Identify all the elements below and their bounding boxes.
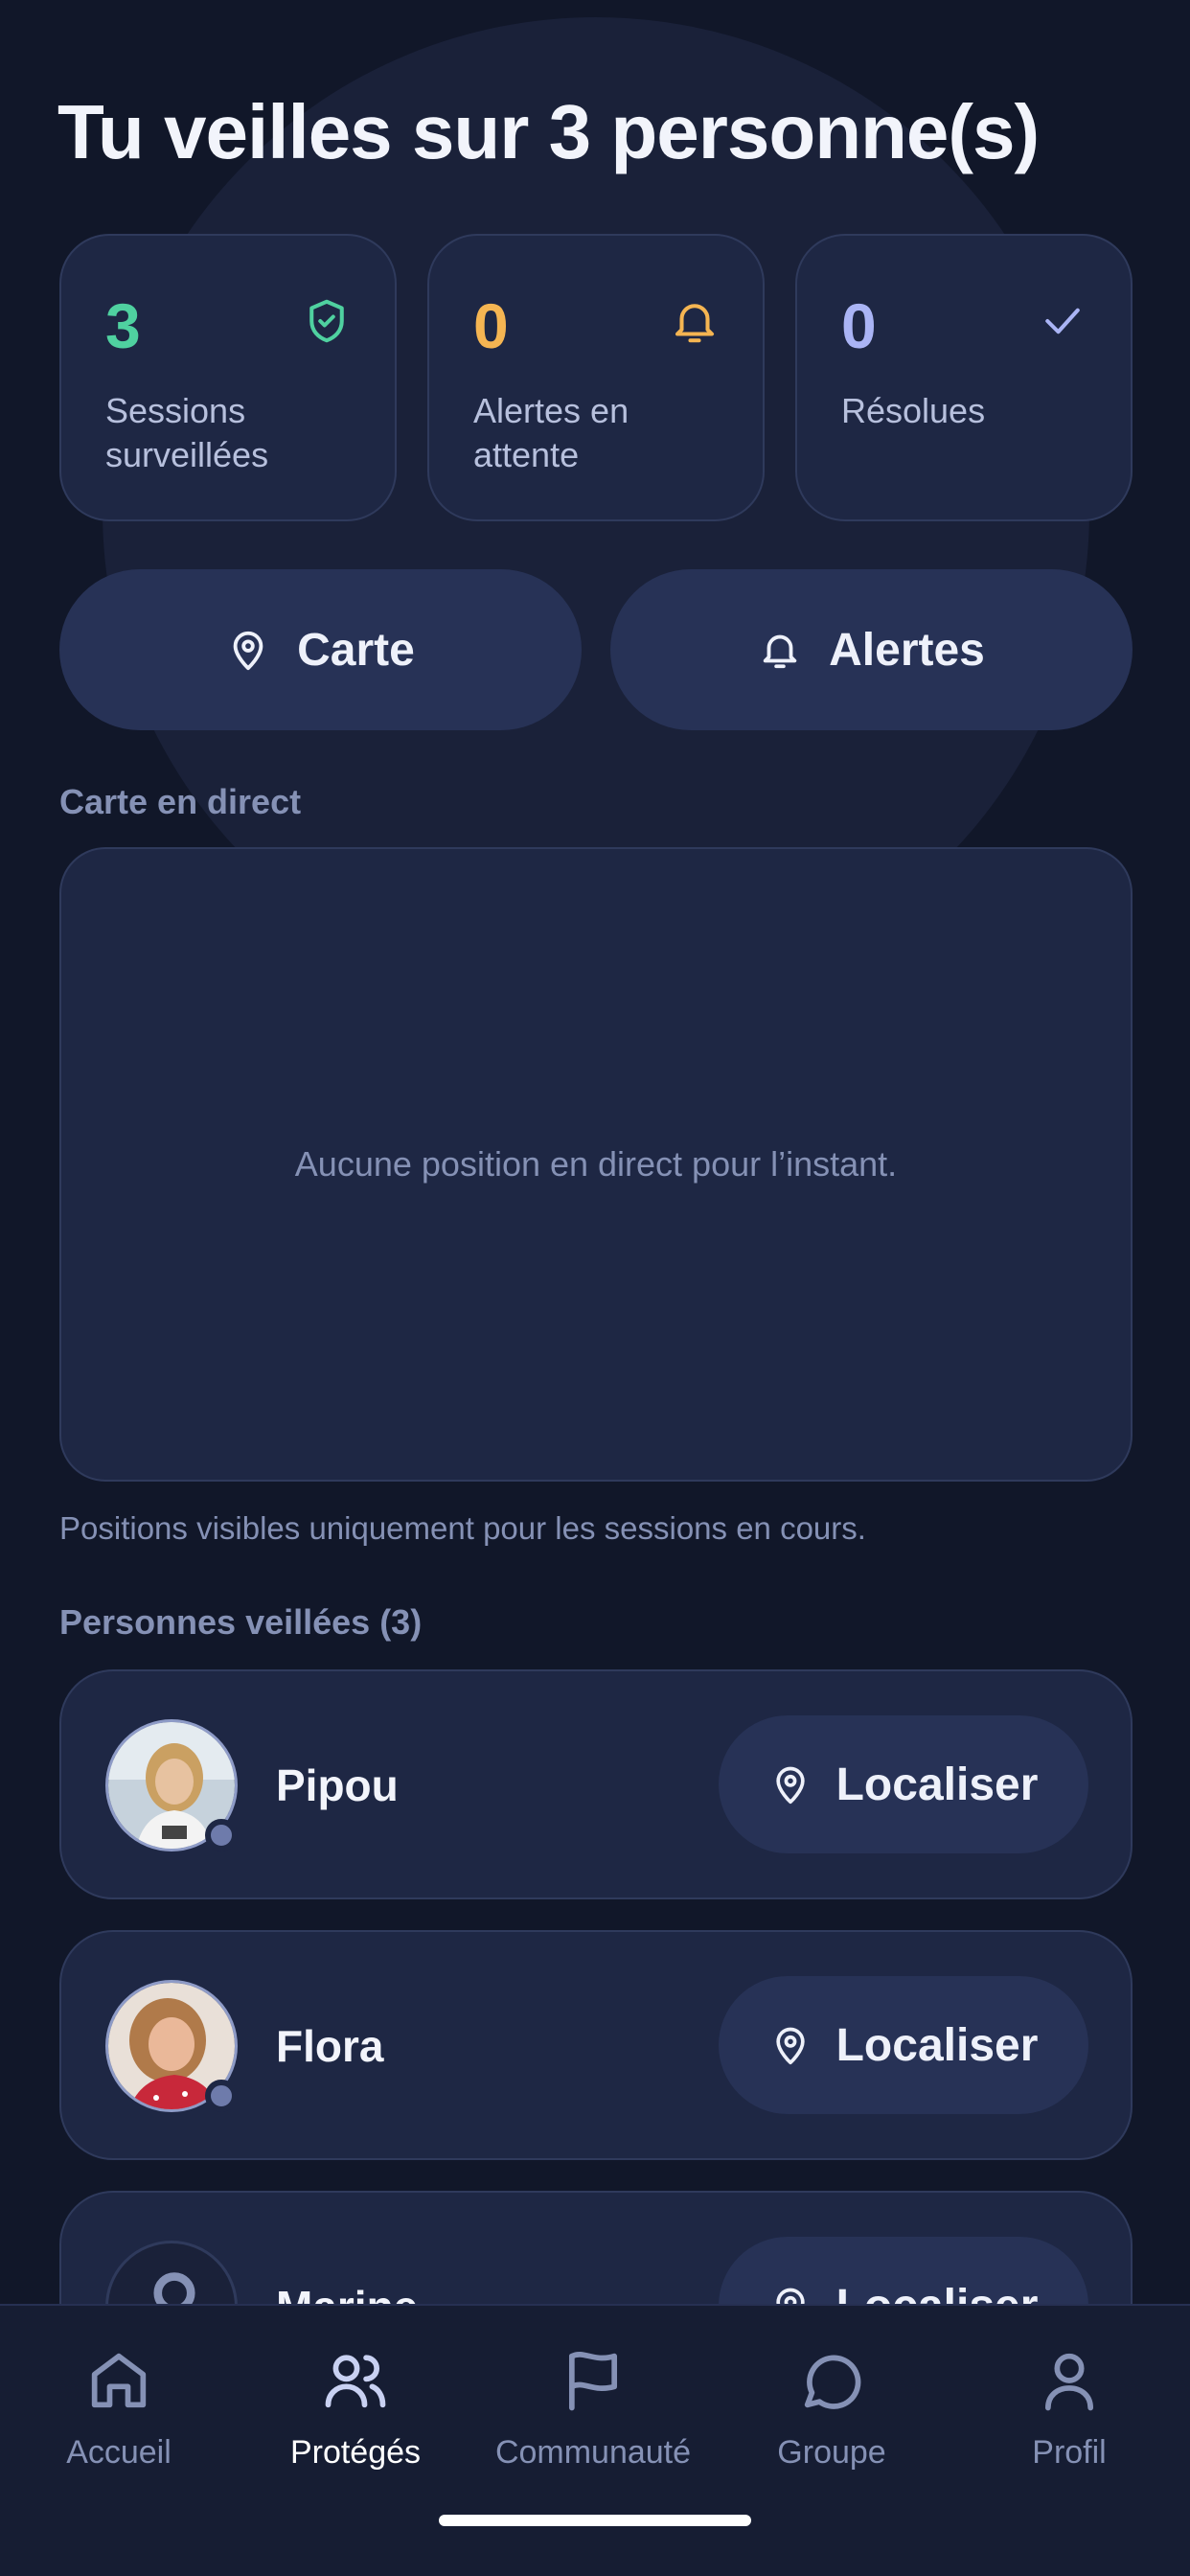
tab-label: Groupe xyxy=(777,2434,886,2471)
locate-button-label: Localiser xyxy=(835,2019,1039,2071)
live-map[interactable]: Aucune position en direct pour l’instant… xyxy=(59,847,1133,1482)
stat-card-pending-alerts: 0 Alertes en attente xyxy=(427,234,765,521)
status-dot xyxy=(205,1819,238,1852)
live-map-empty-message: Aucune position en direct pour l’instant… xyxy=(294,1144,898,1184)
tab-groupe[interactable]: Groupe xyxy=(717,2344,947,2472)
stat-value: 3 xyxy=(105,290,141,361)
locate-button-label: Localiser xyxy=(835,1759,1039,1810)
page-title: Tu veilles sur 3 personne(s) xyxy=(57,89,1040,174)
stat-card-sessions: 3 Sessions surveillées xyxy=(59,234,397,521)
user-icon xyxy=(1044,2353,1094,2411)
locate-button[interactable]: Localiser xyxy=(719,1976,1088,2114)
tab-profil[interactable]: Profil xyxy=(954,2344,1184,2472)
check-icon xyxy=(1045,308,1080,334)
bottom-tab-bar: Accueil Protégés Communauté Groupe Profi… xyxy=(0,2304,1190,2576)
stat-card-resolved: 0 Résolues xyxy=(795,234,1133,521)
alerts-button[interactable]: Alertes xyxy=(610,569,1133,730)
stat-label: Résolues xyxy=(841,391,986,430)
live-map-section-title: Carte en direct xyxy=(59,782,302,821)
map-pin-icon xyxy=(233,631,263,671)
person-card-flora[interactable]: Flora Localiser xyxy=(59,1930,1133,2160)
tab-communaute[interactable]: Communauté xyxy=(478,2344,708,2472)
tab-label: Communauté xyxy=(494,2434,692,2471)
tab-label: Profil xyxy=(1032,2434,1107,2471)
chat-bubble-icon xyxy=(804,2355,861,2409)
home-indicator[interactable] xyxy=(439,2515,751,2526)
protected-section-title: Personnes veillées (3) xyxy=(59,1602,423,1642)
bell-icon xyxy=(763,634,797,669)
shield-check-icon xyxy=(309,299,344,343)
tab-label: Accueil xyxy=(66,2434,172,2471)
tab-proteges[interactable]: Protégés xyxy=(240,2344,470,2472)
map-button-label: Carte xyxy=(297,624,415,676)
locate-button[interactable]: Localiser xyxy=(719,1715,1088,1853)
flag-icon xyxy=(568,2352,618,2411)
stat-label: Alertes en attente xyxy=(473,391,629,474)
map-pin-icon xyxy=(775,2027,805,2065)
status-dot xyxy=(205,2080,238,2112)
person-card-pipou[interactable]: Pipou Localiser xyxy=(59,1669,1133,1899)
person-name: Pipou xyxy=(276,1760,399,1810)
bell-icon xyxy=(675,304,715,343)
home-icon xyxy=(91,2353,147,2408)
stat-value: 0 xyxy=(473,290,509,361)
map-pin-icon xyxy=(775,1766,805,1805)
tab-label: Protégés xyxy=(289,2434,422,2471)
tab-accueil[interactable]: Accueil xyxy=(4,2344,234,2472)
stat-label: Sessions surveillées xyxy=(105,391,269,474)
map-button[interactable]: Carte xyxy=(59,569,582,730)
alerts-button-label: Alertes xyxy=(829,624,985,676)
stat-value: 0 xyxy=(841,290,877,361)
live-map-note: Positions visibles uniquement pour les s… xyxy=(59,1510,866,1546)
users-icon xyxy=(325,2355,386,2408)
person-name: Flora xyxy=(276,2021,384,2071)
